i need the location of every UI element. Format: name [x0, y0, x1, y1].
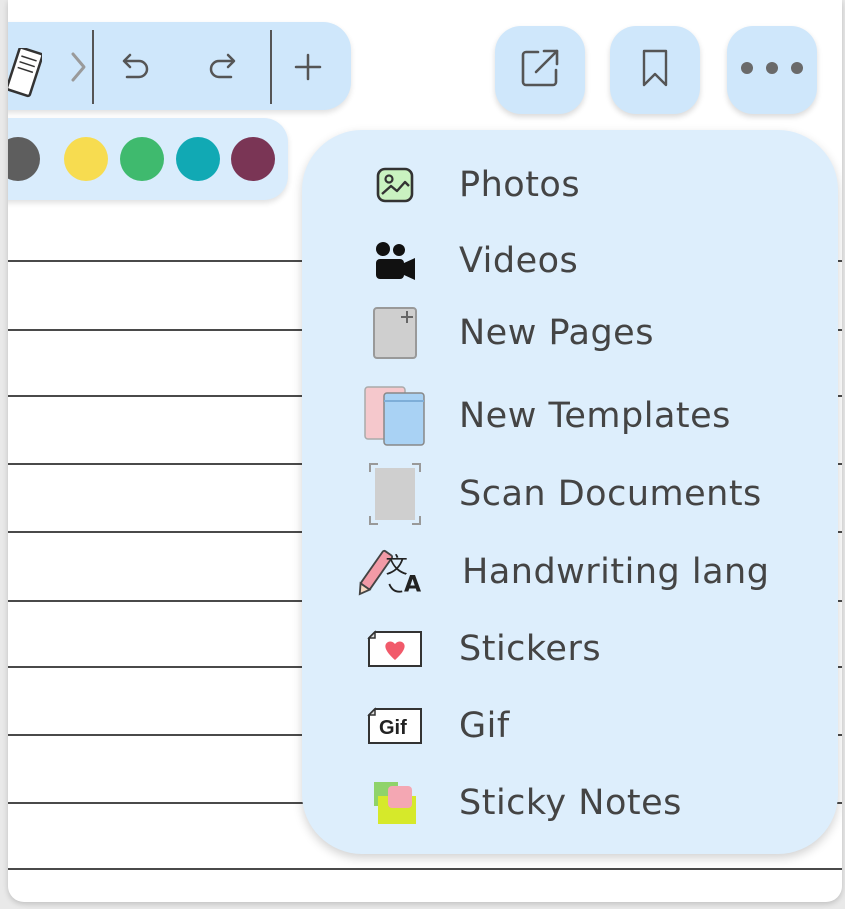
menu-item-label: New Pages [459, 313, 654, 353]
toolbar-divider [270, 30, 272, 104]
templates-icon [360, 384, 430, 448]
menu-item-gif[interactable]: Gif Gif [302, 694, 838, 758]
sticky-notes-icon [360, 771, 430, 835]
insert-menu: Photos Videos New Pages New Templates Sc… [302, 130, 838, 854]
bookmark-button[interactable] [610, 26, 700, 114]
menu-item-photos[interactable]: Photos [302, 153, 838, 217]
color-swatch-yellow[interactable] [64, 137, 108, 181]
menu-item-new-templates[interactable]: New Templates [302, 384, 838, 448]
more-button[interactable] [727, 26, 817, 114]
menu-item-label: Stickers [459, 629, 602, 669]
menu-item-videos[interactable]: Videos [302, 229, 838, 293]
menu-item-handwriting-lang[interactable]: 文 A Handwriting lang [302, 540, 838, 604]
menu-item-label: Gif [459, 706, 510, 746]
ruled-line [8, 868, 842, 870]
svg-text:Gif: Gif [379, 717, 407, 739]
menu-item-label: New Templates [459, 396, 731, 436]
color-swatch-gray[interactable] [8, 137, 40, 181]
video-camera-icon [360, 229, 430, 293]
menu-item-scan-documents[interactable]: Scan Documents [302, 462, 838, 526]
menu-item-label: Sticky Notes [459, 783, 682, 823]
undo-icon[interactable] [114, 50, 154, 84]
scan-icon [360, 462, 430, 526]
color-palette [8, 118, 288, 200]
color-swatch-teal[interactable] [176, 137, 220, 181]
menu-item-new-pages[interactable]: New Pages [302, 301, 838, 365]
menu-item-stickers[interactable]: Stickers [302, 617, 838, 681]
color-swatch-maroon[interactable] [231, 137, 275, 181]
share-icon [516, 44, 564, 97]
menu-item-label: Handwriting lang [462, 552, 770, 592]
notebook-page[interactable]: Photos Videos New Pages New Templates Sc… [8, 0, 842, 902]
page-toolbar [8, 22, 351, 110]
photo-icon [360, 153, 430, 217]
more-icon [737, 58, 807, 83]
menu-item-label: Videos [459, 241, 579, 281]
gif-icon: Gif [360, 694, 430, 758]
redo-icon[interactable] [204, 50, 244, 84]
menu-item-sticky-notes[interactable]: Sticky Notes [302, 771, 838, 835]
bookmark-icon [640, 48, 670, 93]
plus-icon[interactable] [288, 50, 328, 84]
sticker-icon [360, 617, 430, 681]
menu-item-label: Scan Documents [459, 474, 762, 514]
handwriting-language-icon: 文 A [358, 540, 428, 604]
color-swatch-green[interactable] [120, 137, 164, 181]
new-page-icon [360, 301, 430, 365]
toolbar-divider [92, 30, 94, 104]
share-button[interactable] [495, 26, 585, 114]
svg-text:A: A [404, 571, 421, 597]
notebook-icon[interactable] [8, 46, 44, 105]
menu-item-label: Photos [459, 165, 581, 205]
